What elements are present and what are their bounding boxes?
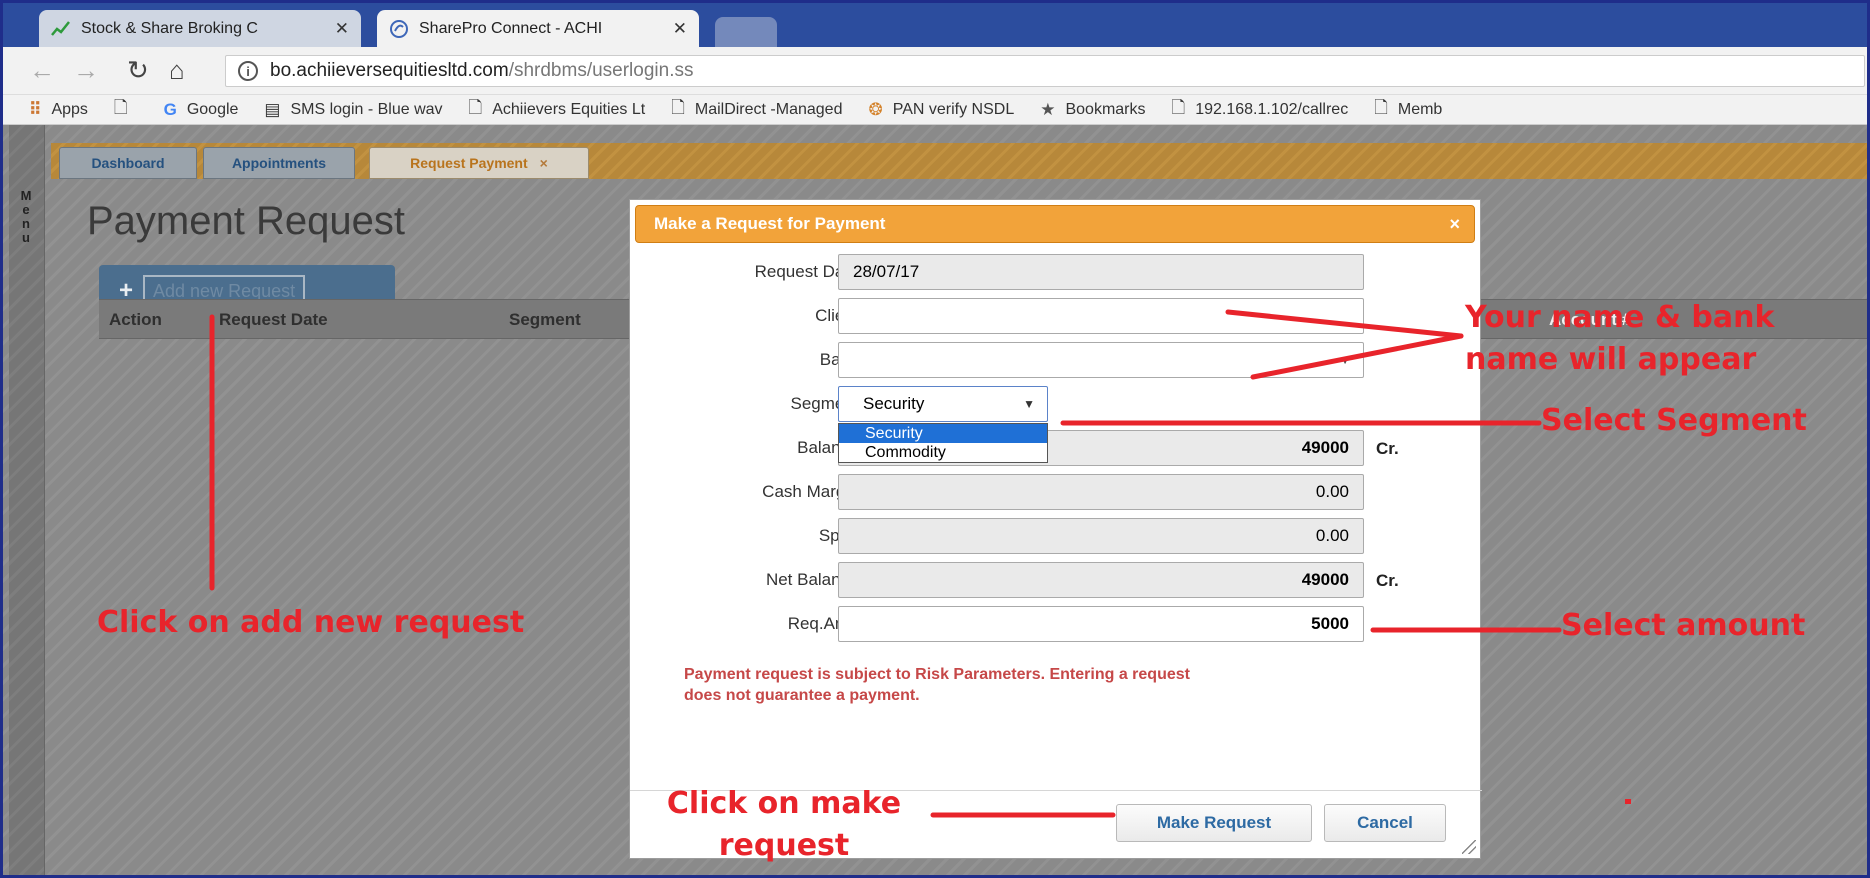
segment-options-list: Security Commodity — [838, 423, 1048, 463]
sharepro-icon — [390, 19, 408, 38]
request-date-field: 28/07/17 — [838, 254, 1364, 290]
disclaimer-line: Payment request is subject to Risk Param… — [684, 666, 1190, 683]
segment-value: Security — [863, 394, 925, 413]
row-span: Span : 0.00 — [630, 518, 1482, 554]
menu-label: Menu — [20, 188, 32, 245]
reload-icon[interactable]: ↻ — [127, 55, 149, 86]
page-content: Menu Dashboard Appointments Request Paym… — [3, 125, 1867, 875]
browser-tab-strip: Stock & Share Broking C ✕ SharePro Conne… — [3, 3, 1867, 47]
url-host: bo.achiieversequitiesltd.com — [270, 60, 509, 81]
pan-icon: ❂ — [868, 99, 883, 119]
tab-close-icon[interactable]: ✕ — [673, 19, 687, 39]
tab-request-payment[interactable]: Request Payment × — [369, 147, 589, 179]
back-arrow-icon[interactable]: ← — [29, 55, 55, 86]
bookmark-memb[interactable]: 🗋 Memb — [1374, 95, 1442, 124]
net-balance-field: 49000 — [838, 562, 1364, 598]
disclaimer-line: does not guarantee a payment. — [684, 687, 920, 704]
req-amt-input[interactable]: 5000 — [838, 606, 1364, 642]
apps-grid-icon: ⠿ — [29, 99, 42, 119]
annotation-select-segment: Select Segment — [1541, 403, 1807, 438]
row-net-balance: Net Balance : 49000 Cr. — [630, 562, 1482, 598]
bookmarks-bar: ⠿ Apps 🗋 G Google ▤ SMS login - Blue wav 🗋 A… — [3, 95, 1867, 125]
page-icon: 🗋 — [1171, 98, 1186, 117]
row-client: Client : — [630, 298, 1482, 334]
close-icon[interactable]: × — [540, 155, 548, 171]
browser-tab-stock-broking[interactable]: Stock & Share Broking C ✕ — [39, 10, 361, 47]
tab-label: Stock & Share Broking C — [81, 19, 258, 37]
chevron-down-icon: ▼ — [1339, 353, 1351, 367]
row-cash-margin: Cash Margin : 0.00 — [630, 474, 1482, 510]
address-bar[interactable]: i bo.achiieversequitiesltd.com/shrdbms/u… — [225, 55, 1865, 87]
annotation-select-amount: Select amount — [1561, 608, 1806, 643]
annotation-line: Your name & bank — [1465, 300, 1775, 335]
bank-select[interactable]: ▼ — [838, 342, 1364, 378]
page-title: Payment Request — [87, 199, 405, 243]
annotation-line: Click on make — [666, 786, 902, 821]
chart-icon — [51, 20, 70, 36]
net-balance-unit: Cr. — [1376, 571, 1399, 590]
page-icon: 🗋 — [113, 98, 128, 117]
bookmark-page[interactable]: 🗋 — [114, 95, 138, 124]
info-icon[interactable]: i — [238, 61, 258, 81]
annotation-line: request — [718, 828, 850, 863]
annotation-add-request: Click on add new request — [97, 605, 525, 640]
row-segment: Segment : Security ▼ Security Commodity — [630, 386, 1482, 463]
page-icon: 🗋 — [468, 98, 483, 117]
browser-toolbar: ← → ↻ ⌂ i bo.achiieversequitiesltd.com/s… — [3, 47, 1867, 95]
page-icon: ▤ — [264, 99, 281, 119]
google-icon: G — [163, 99, 177, 119]
tab-appointments[interactable]: Appointments — [203, 147, 355, 179]
disclaimer-text: Payment request is subject to Risk Param… — [684, 664, 1384, 706]
segment-option-commodity[interactable]: Commodity — [839, 443, 1047, 462]
bookmark-sms-login[interactable]: ▤ SMS login - Blue wav — [264, 100, 442, 120]
tab-label: Request Payment — [410, 155, 528, 171]
client-field[interactable] — [838, 298, 1364, 334]
tab-label: SharePro Connect - ACHI — [419, 19, 603, 37]
cancel-button[interactable]: Cancel — [1324, 804, 1446, 842]
span-field: 0.00 — [838, 518, 1364, 554]
close-icon[interactable]: × — [1449, 214, 1460, 235]
row-balance: Balance : 49000 Cr. — [630, 430, 1482, 466]
screenshot-frame: Stock & Share Broking C ✕ SharePro Conne… — [0, 0, 1870, 878]
cash-margin-field: 0.00 — [838, 474, 1364, 510]
column-header-action[interactable]: Action — [109, 310, 162, 330]
chevron-down-icon: ▼ — [1023, 397, 1035, 411]
row-req-amt: Req.Amt. : 5000 — [630, 606, 1482, 642]
page-icon: 🗋 — [1374, 98, 1388, 117]
page-icon: 🗋 — [671, 98, 685, 117]
resize-grip-icon[interactable] — [1462, 840, 1476, 854]
annotation-name-bank: Your name & bank name will appear — [1465, 297, 1774, 381]
bookmark-maildirect[interactable]: 🗋 MailDirect -Managed — [671, 95, 842, 124]
browser-tab-sharepro[interactable]: SharePro Connect - ACHI ✕ — [377, 10, 699, 47]
column-header-segment[interactable]: Segment — [509, 310, 581, 330]
row-request-date: Request Date : 28/07/17 — [630, 254, 1482, 290]
bookmark-pan-verify[interactable]: ❂ PAN verify NSDL — [868, 100, 1014, 120]
column-header-request-date[interactable]: Request Date — [219, 310, 328, 330]
side-menu[interactable]: Menu — [9, 125, 45, 875]
home-icon[interactable]: ⌂ — [169, 55, 185, 86]
tab-dashboard[interactable]: Dashboard — [59, 147, 197, 179]
dialog-title: Make a Request for Payment — [654, 214, 886, 233]
bookmark-achiievers[interactable]: 🗋 Achiievers Equities Lt — [469, 95, 646, 124]
balance-unit: Cr. — [1376, 439, 1399, 458]
segment-option-security[interactable]: Security — [839, 424, 1047, 443]
row-bank: Bank : ▼ — [630, 342, 1482, 378]
tab-close-icon[interactable]: ✕ — [335, 19, 349, 39]
star-icon: ★ — [1040, 99, 1056, 119]
dialog-header: Make a Request for Payment × — [635, 205, 1475, 243]
new-tab-button[interactable] — [715, 17, 777, 47]
bookmark-apps[interactable]: ⠿ Apps — [29, 100, 88, 120]
make-request-button[interactable]: Make Request — [1116, 804, 1312, 842]
segment-select[interactable]: Security ▼ — [838, 386, 1048, 422]
annotation-make-request: Click on make request — [639, 783, 929, 867]
annotation-line: name will appear — [1465, 342, 1757, 377]
payment-request-dialog: Make a Request for Payment × Request Dat… — [629, 199, 1482, 859]
bookmark-bookmarks[interactable]: ★ Bookmarks — [1040, 100, 1145, 120]
url-path: /shrdbms/userlogin.ss — [508, 60, 694, 81]
bookmark-google[interactable]: G Google — [164, 100, 239, 120]
forward-arrow-icon[interactable]: → — [73, 55, 99, 86]
bookmark-callrec[interactable]: 🗋 192.168.1.102/callrec — [1172, 95, 1349, 124]
